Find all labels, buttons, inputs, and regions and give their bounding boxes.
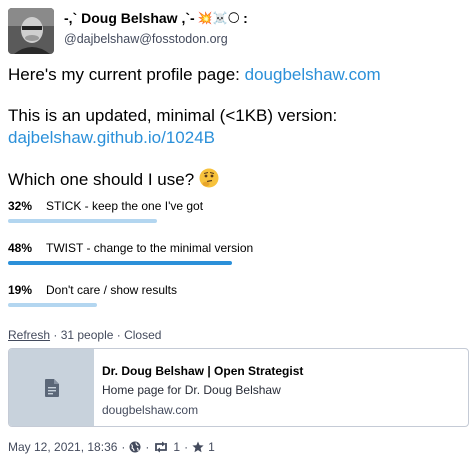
poll-option-label: Don't care / show results [46,283,178,297]
boost-icon[interactable] [153,441,169,453]
poll-option: 32% STICK - keep the one I've got [8,198,468,240]
display-name[interactable]: -,` Doug Belshaw ,`- 💥☠️🌕 : [64,10,248,26]
star-icon[interactable] [192,441,204,453]
card-thumbnail [9,349,94,426]
poll-bar [8,261,232,265]
globe-icon [129,441,141,453]
poll-summary: · 31 people · Closed [50,328,162,342]
content-line-1: Here's my current profile page: dougbels… [8,64,468,86]
separator: · [184,440,189,454]
separator: · [121,440,126,454]
link-preview-card[interactable]: Dr. Doug Belshaw | Open Strategist Home … [8,348,469,427]
favourite-count: 1 [208,440,215,454]
status-content: Here's my current profile page: dougbels… [8,64,468,210]
poll-percent: 48% [8,241,33,255]
poll-footer: Refresh · 31 people · Closed [8,328,468,342]
poll-bar [8,303,97,307]
boost-count: 1 [173,440,181,454]
display-name-emoji: 💥☠️🌕 [197,11,241,25]
content-text-3: Which one should I use? [8,170,195,189]
poll: 32% STICK - keep the one I've got 48% TW… [8,198,468,342]
content-line-2: This is an updated, minimal (<1KB) versi… [8,105,468,149]
content-text-1: Here's my current profile page: [8,65,245,84]
poll-bar [8,219,157,223]
account-handle[interactable]: @dajbelshaw@fosstodon.org [64,32,248,46]
display-name-text: -,` Doug Belshaw ,`- [64,10,195,26]
poll-option: 19% Don't care / show results [8,282,468,324]
poll-refresh-button[interactable]: Refresh [8,328,50,342]
separator: · [145,440,150,454]
content-line-3: Which one should I use? [8,168,468,191]
display-name-colon: : [243,10,248,26]
poll-percent: 19% [8,283,33,297]
card-title: Dr. Doug Belshaw | Open Strategist [102,364,304,378]
card-description: Home page for Dr. Doug Belshaw [102,383,281,397]
thinking-face-icon [199,168,219,188]
poll-option-label: STICK - keep the one I've got [46,199,204,213]
avatar[interactable] [8,8,54,54]
poll-percent: 32% [8,199,33,213]
poll-option-label: TWIST - change to the minimal version [46,241,254,255]
status-timestamp[interactable]: May 12, 2021, 18:36 [8,440,117,454]
profile-link[interactable]: dougbelshaw.com [245,65,381,84]
content-text-2: This is an updated, minimal (<1KB) versi… [8,106,338,125]
status-header: -,` Doug Belshaw ,`- 💥☠️🌕 : @dajbelshaw@… [8,8,248,54]
minimal-version-link[interactable]: dajbelshaw.github.io/1024B [8,128,215,147]
poll-option: 48% TWIST - change to the minimal versio… [8,240,468,282]
status-meta: May 12, 2021, 18:36 · · 1 · 1 [8,439,215,455]
card-url: dougbelshaw.com [102,403,199,417]
document-icon [44,378,59,397]
